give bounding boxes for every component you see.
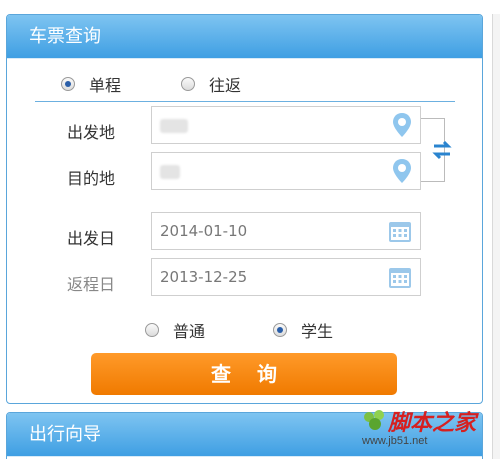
radio-selected-icon — [273, 323, 287, 337]
site-watermark: 脚本之家 www.jb51.net — [360, 405, 496, 451]
student-ticket-radio[interactable]: 学生 — [273, 318, 333, 342]
return-date-value: 2013-12-25 — [160, 268, 248, 286]
location-pin-icon[interactable] — [392, 112, 412, 138]
student-label: 学生 — [301, 322, 334, 341]
blurred-city-text — [160, 118, 188, 133]
round-trip-label: 往返 — [209, 76, 242, 95]
radio-unselected-icon — [145, 323, 159, 337]
site-logo-icon — [364, 410, 384, 430]
depart-date-label: 出发日 — [67, 229, 116, 248]
calendar-icon[interactable] — [388, 265, 412, 289]
location-pin-icon[interactable] — [392, 158, 412, 184]
blurred-city-text — [160, 164, 180, 179]
panel-title: 车票查询 — [7, 15, 482, 59]
from-field[interactable] — [151, 106, 421, 144]
watermark-url: www.jb51.net — [362, 435, 428, 447]
right-scroll-edge — [492, 14, 500, 459]
watermark-site-name: 脚本之家 — [388, 410, 477, 436]
to-label: 目的地 — [67, 169, 116, 188]
round-trip-radio[interactable]: 往返 — [181, 72, 241, 96]
depart-date-field[interactable]: 2014-01-10 — [151, 212, 421, 250]
radio-selected-icon — [61, 77, 75, 91]
from-label: 出发地 — [67, 123, 116, 142]
one-way-radio[interactable]: 单程 — [61, 72, 121, 96]
swap-arrows-icon[interactable] — [430, 139, 454, 161]
ordinary-label: 普通 — [173, 322, 206, 341]
to-field[interactable] — [151, 152, 421, 190]
depart-date-value: 2014-01-10 — [160, 222, 248, 240]
calendar-icon[interactable] — [388, 219, 412, 243]
section-divider — [35, 101, 455, 102]
search-button[interactable]: 查询 — [91, 353, 397, 395]
ordinary-ticket-radio[interactable]: 普通 — [145, 318, 205, 342]
return-date-field[interactable]: 2013-12-25 — [151, 258, 421, 296]
ticket-query-panel: 车票查询 单程 往返 出发地 目的地 出发日 2014-01-10 返程日 20… — [6, 14, 483, 404]
ticket-query-page: 车票查询 单程 往返 出发地 目的地 出发日 2014-01-10 返程日 20… — [0, 0, 500, 459]
radio-unselected-icon — [181, 77, 195, 91]
return-date-label: 返程日 — [67, 275, 116, 294]
one-way-label: 单程 — [89, 76, 122, 95]
